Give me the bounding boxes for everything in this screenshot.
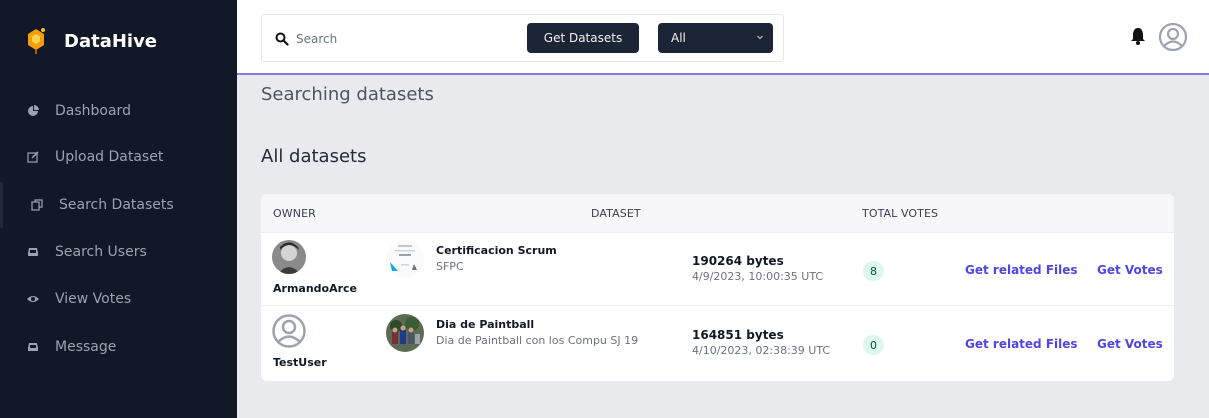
owner-avatar xyxy=(272,314,306,348)
sidebar-item-label: Search Datasets xyxy=(59,197,174,213)
table-row: ArmandoArce Certificacion Scrum SFPC 190… xyxy=(261,233,1174,306)
sidebar: DataHive Dashboard Upload Dataset Search… xyxy=(0,0,237,418)
table-header: OWNER DATASET TOTAL VOTES xyxy=(261,194,1174,233)
dataset-date: 4/10/2023, 02:38:39 UTC xyxy=(692,344,831,357)
dataset-date: 4/9/2023, 10:00:35 UTC xyxy=(692,270,824,283)
brand[interactable]: DataHive xyxy=(24,22,157,60)
column-header-dataset: DATASET xyxy=(591,207,641,220)
filter-select-value: All xyxy=(671,31,686,45)
inbox-icon xyxy=(28,343,38,351)
get-datasets-button[interactable]: Get Datasets xyxy=(527,23,639,53)
sidebar-item-label: Search Users xyxy=(55,244,147,260)
sidebar-item-search-users[interactable]: Search Users xyxy=(0,229,237,275)
dataset-title: Certificacion Scrum xyxy=(436,244,557,257)
topbar: Get Datasets All xyxy=(237,0,1209,75)
dataset-size: 190264 bytes xyxy=(692,254,784,268)
get-related-files-link[interactable]: Get related Files xyxy=(965,337,1078,351)
dataset-size: 164851 bytes xyxy=(692,328,784,342)
dataset-thumbnail xyxy=(386,240,424,278)
bell-icon[interactable] xyxy=(1130,27,1146,45)
get-votes-link[interactable]: Get Votes xyxy=(1097,337,1163,351)
table-row: TestUser Dia de Paintball Dia de Paintba… xyxy=(261,307,1174,380)
search-icon xyxy=(275,32,289,46)
sidebar-item-message[interactable]: Message xyxy=(0,324,237,370)
sidebar-item-view-votes[interactable]: View Votes xyxy=(0,276,237,322)
sidebar-item-upload-dataset[interactable]: Upload Dataset xyxy=(0,134,237,180)
get-related-files-link[interactable]: Get related Files xyxy=(965,263,1078,277)
dataset-description: SFPC xyxy=(436,260,464,273)
search-bar: Get Datasets All xyxy=(261,14,784,62)
page-title: Searching datasets xyxy=(261,84,434,105)
get-votes-link[interactable]: Get Votes xyxy=(1097,263,1163,277)
votes-badge: 8 xyxy=(863,261,884,281)
votes-badge: 0 xyxy=(863,335,884,355)
dataset-thumbnail xyxy=(386,314,424,352)
inbox-icon xyxy=(28,248,38,256)
sidebar-item-search-datasets[interactable]: Search Datasets xyxy=(0,182,237,228)
owner-avatar xyxy=(272,240,306,274)
app-name: DataHive xyxy=(64,30,158,52)
sidebar-item-dashboard[interactable]: Dashboard xyxy=(0,88,237,134)
dataset-description: Dia de Paintball con los Compu SJ 19 xyxy=(436,334,639,347)
sidebar-item-label: Message xyxy=(55,339,117,355)
user-avatar-icon[interactable] xyxy=(1159,23,1187,51)
section-title: All datasets xyxy=(261,146,367,167)
search-input[interactable] xyxy=(296,27,516,51)
sidebar-item-label: Upload Dataset xyxy=(55,149,164,165)
owner-name: ArmandoArce xyxy=(273,282,358,295)
column-header-owner: OWNER xyxy=(273,207,316,220)
hive-logo-icon xyxy=(28,28,45,54)
eye-icon xyxy=(27,296,39,302)
column-header-total-votes: TOTAL VOTES xyxy=(862,207,939,220)
sidebar-item-label: View Votes xyxy=(55,291,132,307)
datasets-table: OWNER DATASET TOTAL VOTES ArmandoArce Ce… xyxy=(261,194,1174,381)
chevron-down-icon xyxy=(757,35,763,40)
pie-chart-icon xyxy=(28,105,39,116)
filter-select[interactable]: All xyxy=(658,23,773,53)
sidebar-item-label: Dashboard xyxy=(55,103,131,119)
owner-name: TestUser xyxy=(273,356,327,369)
dataset-title: Dia de Paintball xyxy=(436,318,535,331)
copy-icon xyxy=(31,199,43,211)
edit-icon xyxy=(27,151,39,163)
